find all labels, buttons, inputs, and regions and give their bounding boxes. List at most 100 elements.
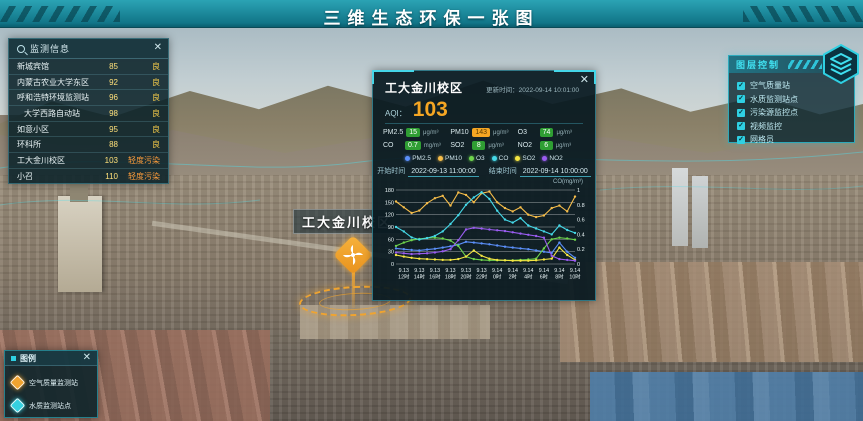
svg-text:0.8: 0.8 bbox=[577, 203, 585, 209]
svg-text:0.2: 0.2 bbox=[577, 247, 585, 253]
checkbox-checked-icon[interactable]: ✓ bbox=[737, 82, 745, 90]
chart-legend-item[interactable]: CO bbox=[492, 155, 509, 162]
station-name: 大学西路自动站 bbox=[17, 108, 96, 119]
svg-text:9.146时: 9.146时 bbox=[539, 268, 549, 281]
station-row[interactable]: 工大金川校区103轻度污染 bbox=[9, 153, 168, 169]
chart-legend-item[interactable]: O3 bbox=[469, 155, 485, 162]
svg-text:120: 120 bbox=[385, 213, 394, 219]
station-list: 新城宾馆85良内蒙古农业大学东区92良呼和浩特环境监测站96良大学西路自动站98… bbox=[9, 59, 168, 183]
station-row[interactable]: 呼和浩特环境监测站96良 bbox=[9, 90, 168, 106]
legend-panel-header: 图例 ✕ bbox=[5, 351, 97, 366]
update-time: 更新时间：2022-09-14 10:01:00 bbox=[486, 84, 579, 94]
station-panel-title: 监测信息 bbox=[30, 42, 70, 55]
layers-hexagon-icon[interactable] bbox=[821, 44, 861, 84]
legend-list: 空气质量监测站水质监测站点 bbox=[5, 366, 97, 421]
end-time-input[interactable]: 2022-09-14 10:00:00 bbox=[520, 168, 591, 177]
time-range-row: 开始时间 2022-09-13 11:00:00 结束时间 2022-09-14… bbox=[373, 162, 595, 177]
station-aqi-value: 92 bbox=[96, 78, 118, 87]
station-name: 呼和浩特环境监测站 bbox=[17, 92, 96, 103]
chart-legend-item[interactable]: PM10 bbox=[438, 155, 462, 162]
decor-stripes bbox=[788, 60, 822, 69]
layer-item[interactable]: ✓ 网格员 bbox=[737, 133, 846, 147]
fan-glyph-icon bbox=[337, 239, 369, 271]
svg-text:0.6: 0.6 bbox=[577, 218, 585, 224]
popup-header: 工大金川校区 更新时间：2022-09-14 10:01:00 bbox=[373, 71, 595, 96]
station-detail-popup: ✕ 工大金川校区 更新时间：2022-09-14 10:01:00 AQI： 1… bbox=[372, 70, 596, 301]
pollutant-name: PM10 bbox=[450, 129, 469, 136]
station-status: 良 bbox=[118, 77, 160, 88]
app-title: 三维生态环保一张图 bbox=[0, 4, 863, 29]
station-name: 小召 bbox=[17, 171, 96, 182]
station-row[interactable]: 如意小区95良 bbox=[9, 122, 168, 138]
pollutant-item: O374μg/m³ bbox=[518, 128, 585, 137]
chart-legend-item[interactable]: SO2 bbox=[515, 155, 535, 162]
chart-container: 030609012015018000.20.40.60.819.1312时9.1… bbox=[373, 185, 595, 290]
pollutant-item: SO28μg/m³ bbox=[450, 141, 517, 150]
popup-close-icon[interactable]: ✕ bbox=[580, 75, 589, 85]
pollutant-item: PM2.515μg/m³ bbox=[383, 128, 450, 137]
pollutant-unit: μg/m³ bbox=[423, 130, 438, 136]
checkbox-checked-icon[interactable]: ✓ bbox=[737, 136, 745, 144]
checkbox-checked-icon[interactable]: ✓ bbox=[737, 122, 745, 130]
pollutant-value-badge: 15 bbox=[406, 128, 420, 137]
legend-item: 空气质量监测站 bbox=[12, 371, 90, 394]
station-row[interactable]: 小召110轻度污染 bbox=[9, 169, 168, 183]
pollutant-value-badge: 143 bbox=[472, 128, 490, 137]
legend-dot-icon bbox=[438, 156, 443, 161]
station-name: 工大金川校区 bbox=[17, 155, 96, 166]
station-aqi-value: 85 bbox=[96, 62, 118, 71]
svg-text:0.4: 0.4 bbox=[577, 232, 585, 238]
start-time-input[interactable]: 2022-09-13 11:00:00 bbox=[408, 168, 478, 177]
layer-item[interactable]: ✓视频监控 bbox=[737, 120, 846, 134]
layer-item[interactable]: ✓ 水质监测站点 bbox=[737, 93, 846, 107]
station-panel-close-icon[interactable]: ✕ bbox=[154, 43, 162, 53]
update-time-value: 2022-09-14 10:01:00 bbox=[519, 87, 579, 94]
right-axis-label: CO(mg/m³) bbox=[373, 177, 595, 185]
diamond-marker-icon bbox=[10, 375, 26, 391]
svg-text:9.144时: 9.144时 bbox=[523, 268, 533, 281]
station-row[interactable]: 新城宾馆85良 bbox=[9, 59, 168, 75]
chart-legend-item[interactable]: NO2 bbox=[542, 155, 562, 162]
pollutant-name: PM2.5 bbox=[383, 129, 403, 136]
pollutant-unit: μg/m³ bbox=[488, 143, 503, 149]
pollutant-unit: mg/m³ bbox=[424, 143, 441, 149]
trend-chart: 030609012015018000.20.40.60.819.1312时9.1… bbox=[378, 185, 591, 285]
layer-item[interactable]: ✓污染源监控点 bbox=[737, 106, 846, 120]
layer-label: 网格员 bbox=[750, 134, 774, 145]
station-name: 新城宾馆 bbox=[17, 61, 96, 72]
station-status: 良 bbox=[118, 139, 160, 150]
start-time-label: 开始时间 bbox=[377, 166, 405, 176]
station-panel-header: 监测信息 ✕ bbox=[9, 39, 168, 59]
legend-item-label: 空气质量监测站 bbox=[29, 378, 78, 388]
chart-legend: PM2.5 PM10 O3 CO SO2 NO2 bbox=[373, 150, 595, 162]
svg-text:9.140时: 9.140时 bbox=[492, 268, 502, 281]
legend-panel-title: 图例 bbox=[20, 353, 36, 364]
legend-dot-icon bbox=[515, 156, 520, 161]
legend-item-label: 水质监测站点 bbox=[29, 401, 71, 411]
app-header: 三维生态环保一张图 bbox=[0, 0, 863, 28]
station-row[interactable]: 大学西路自动站98良 bbox=[9, 106, 168, 122]
chart-legend-item[interactable]: PM2.5 bbox=[405, 155, 431, 162]
station-status: 轻度污染 bbox=[118, 155, 160, 166]
checkbox-checked-icon[interactable]: ✓ bbox=[737, 95, 745, 103]
legend-label: SO2 bbox=[522, 155, 535, 162]
legend-panel-close-icon[interactable]: ✕ bbox=[83, 353, 91, 363]
layer-label: 水质监测站点 bbox=[750, 94, 798, 105]
legend-label: NO2 bbox=[549, 155, 562, 162]
station-row[interactable]: 环科所88良 bbox=[9, 137, 168, 153]
end-time-label: 结束时间 bbox=[489, 166, 517, 176]
legend-item: 水质监测站点 bbox=[12, 394, 90, 417]
legend-dot-icon bbox=[542, 156, 547, 161]
svg-text:9.1312时: 9.1312时 bbox=[398, 268, 410, 281]
bullet-icon bbox=[11, 356, 16, 361]
checkbox-checked-icon[interactable]: ✓ bbox=[737, 109, 745, 117]
air-station-marker-icon[interactable] bbox=[337, 239, 369, 271]
pollutant-item: NO26μg/m³ bbox=[518, 141, 585, 150]
station-status: 轻度污染 bbox=[118, 171, 160, 182]
svg-text:90: 90 bbox=[388, 225, 394, 231]
station-row[interactable]: 内蒙古农业大学东区92良 bbox=[9, 75, 168, 91]
svg-text:9.1314时: 9.1314时 bbox=[414, 268, 426, 281]
station-status: 良 bbox=[118, 108, 160, 119]
layer-label: 空气质量站 bbox=[750, 80, 790, 91]
legend-label: PM10 bbox=[445, 155, 462, 162]
